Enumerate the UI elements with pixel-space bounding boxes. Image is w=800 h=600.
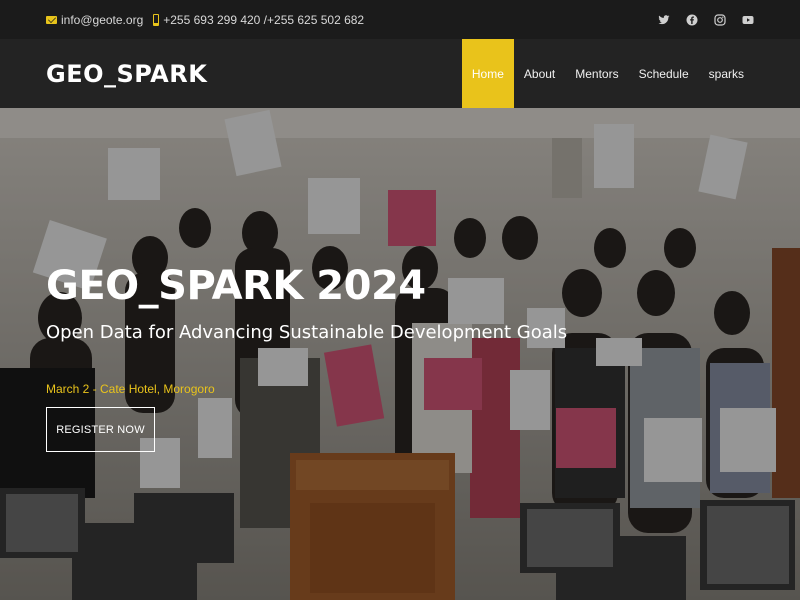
hero-subtitle: Open Data for Advancing Sustainable Deve…	[46, 322, 568, 343]
envelope-icon	[46, 15, 57, 24]
email-text[interactable]: info@geote.org	[61, 13, 143, 27]
youtube-icon[interactable]	[742, 14, 754, 26]
social-links	[658, 13, 754, 26]
nav-schedule[interactable]: Schedule	[629, 39, 699, 108]
main-navbar: GEO_SPARK Home About Mentors Schedule sp…	[0, 39, 800, 108]
phone-icon	[153, 13, 160, 26]
event-date-location: March 2 - Cate Hotel, Morogoro	[46, 382, 215, 396]
facebook-icon[interactable]	[686, 14, 698, 26]
hero-section: GEO_SPARK 2024 Open Data for Advancing S…	[0, 108, 800, 600]
hero-dark-overlay	[0, 108, 800, 600]
nav-menu: Home About Mentors Schedule sparks	[461, 39, 754, 108]
nav-home[interactable]: Home	[461, 39, 514, 108]
nav-sparks[interactable]: sparks	[699, 39, 754, 108]
nav-mentors[interactable]: Mentors	[565, 39, 628, 108]
register-now-button[interactable]: REGISTER NOW	[46, 407, 155, 452]
top-contact-bar: info@geote.org +255 693 299 420 /+255 62…	[0, 0, 800, 39]
phone-contact: +255 693 299 420 /+255 625 502 682	[153, 13, 364, 27]
contact-info: info@geote.org +255 693 299 420 /+255 62…	[46, 13, 374, 27]
site-logo[interactable]: GEO_SPARK	[46, 60, 207, 88]
email-contact[interactable]: info@geote.org	[46, 13, 143, 27]
phone-text: +255 693 299 420 /+255 625 502 682	[163, 12, 365, 27]
instagram-icon[interactable]	[714, 13, 726, 26]
hero-title: GEO_SPARK 2024	[46, 263, 426, 309]
twitter-icon[interactable]	[658, 14, 670, 26]
nav-about[interactable]: About	[514, 39, 565, 108]
